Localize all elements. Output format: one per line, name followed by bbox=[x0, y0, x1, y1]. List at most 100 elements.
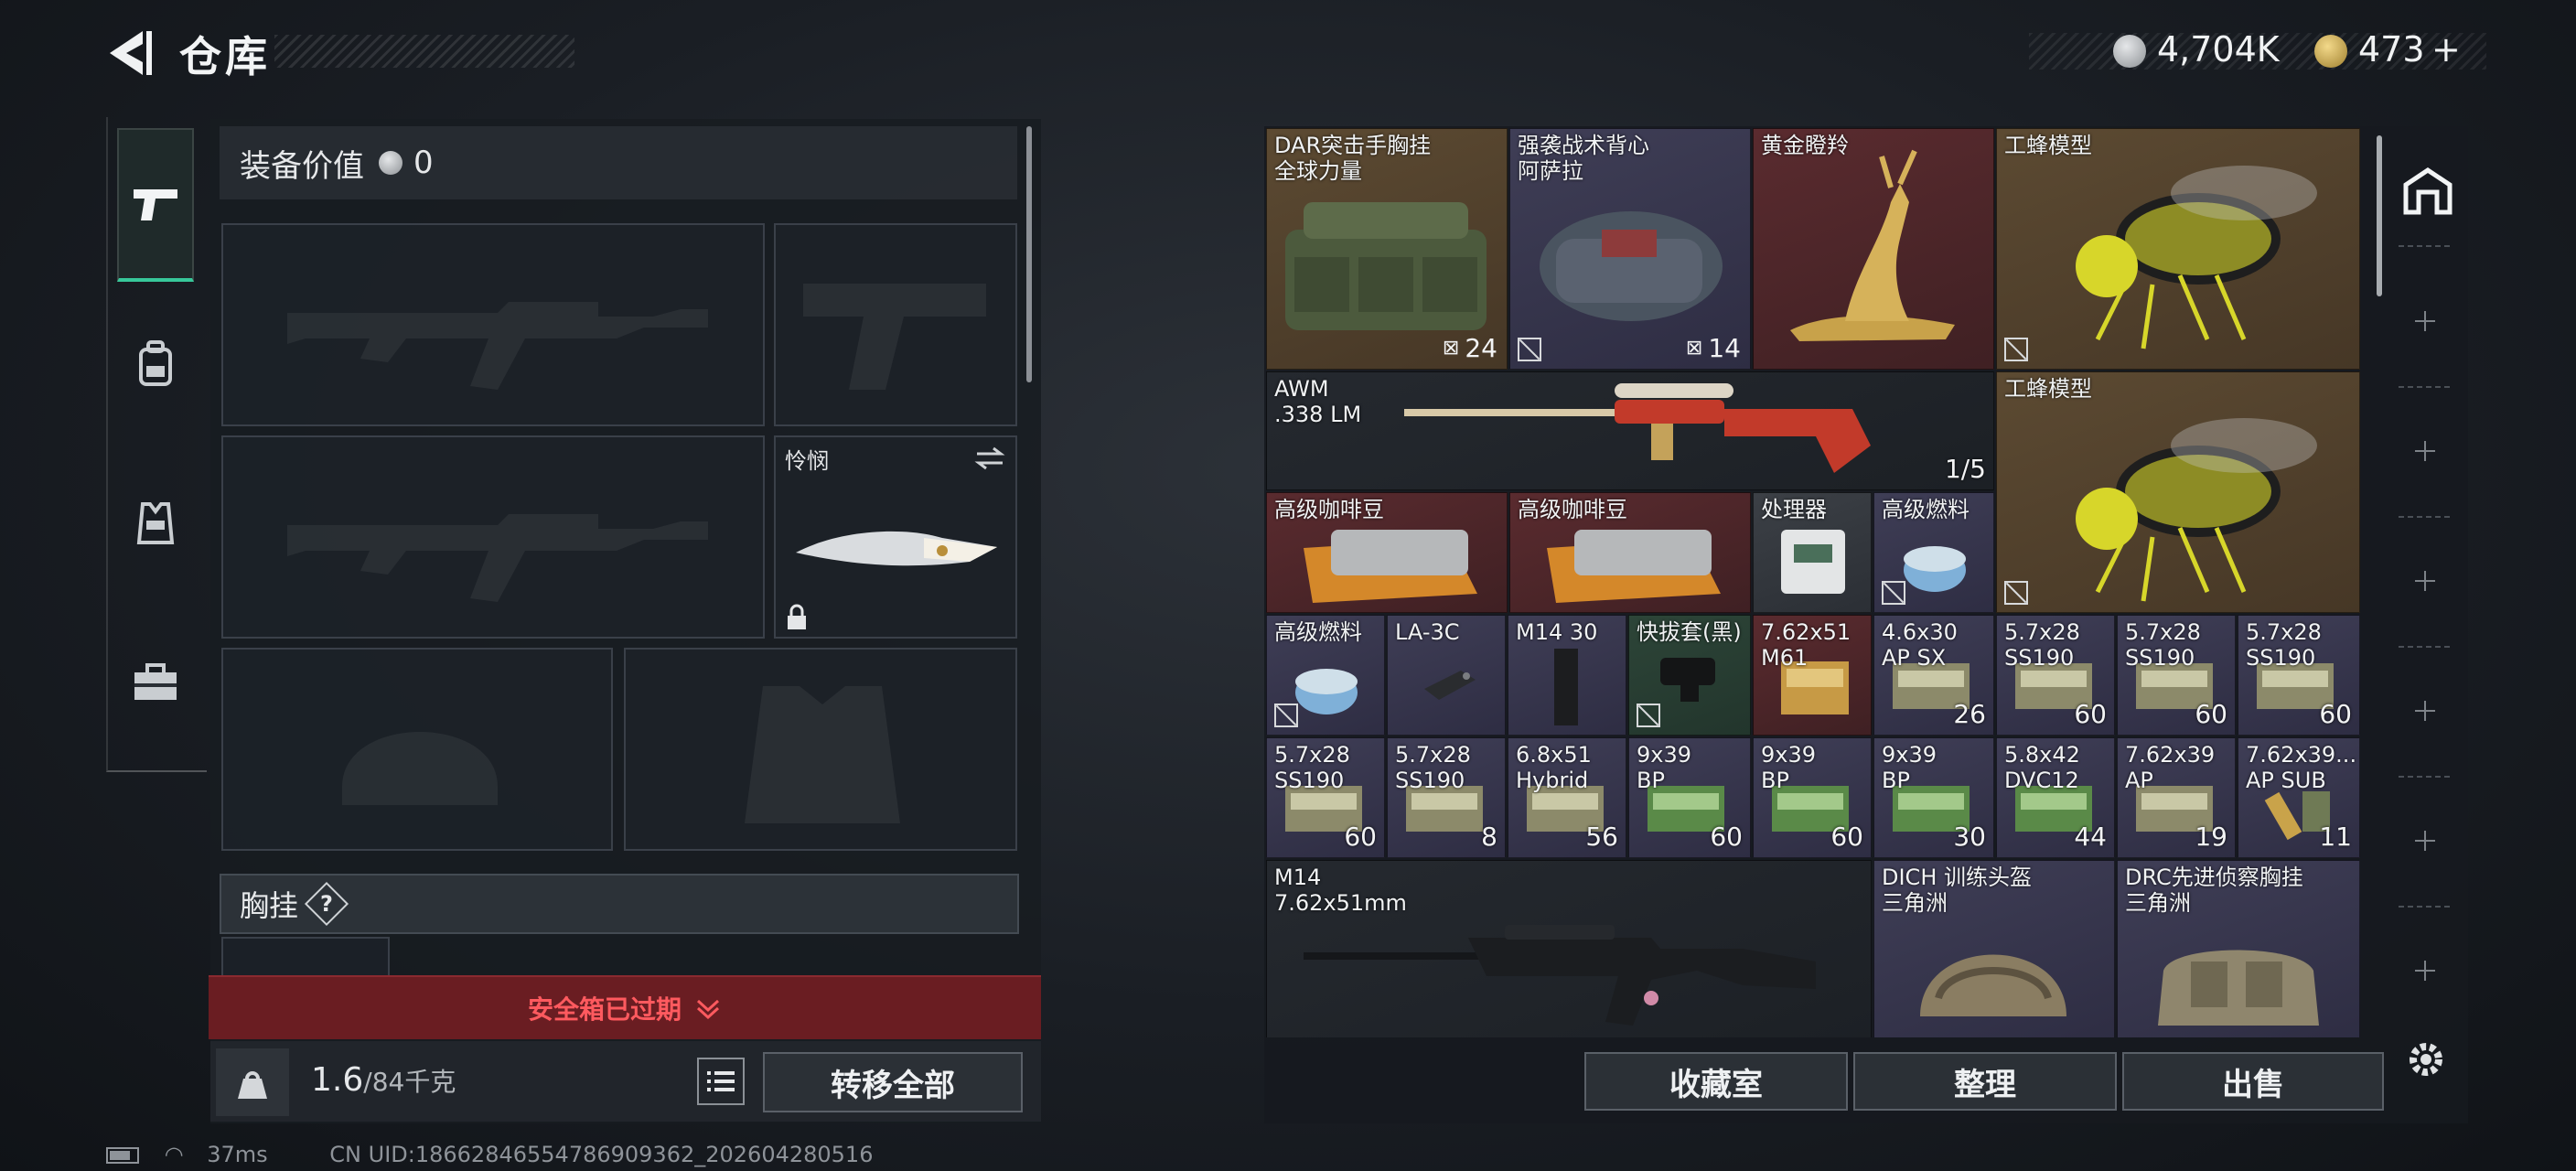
loadout-scrollbar[interactable] bbox=[1026, 126, 1032, 382]
help-badge-text: ? bbox=[320, 890, 333, 917]
currency-display: 4,704K 473 + bbox=[2029, 29, 2486, 73]
item-name-text: 6.8x51 bbox=[1516, 742, 1592, 768]
kettlebell-icon bbox=[238, 1071, 267, 1099]
storage-item-la-3c[interactable]: LA-3C bbox=[1387, 615, 1506, 736]
transfer-all-button[interactable]: 转移全部 bbox=[763, 1052, 1023, 1112]
storage-item-ammo-57x28-5[interactable]: 5.7x28 SS190 8 bbox=[1387, 737, 1506, 858]
item-name-sub: BP bbox=[1761, 768, 1789, 793]
item-name: 快拔套(黑) bbox=[1637, 619, 1742, 645]
back-button[interactable] bbox=[102, 26, 157, 81]
pistol-icon bbox=[134, 189, 177, 220]
storage-item-ammo-57x28-2[interactable]: 5.7x28 SS190 60 bbox=[2117, 615, 2236, 736]
settings-gear-icon[interactable] bbox=[2402, 1036, 2450, 1083]
melee-weapon-slot[interactable]: 怜悯 bbox=[774, 435, 1017, 639]
chest-label: 胸挂 bbox=[240, 888, 299, 923]
storage-item-ammo-46x30[interactable]: 4.6x30 AP SX 26 bbox=[1873, 615, 1994, 736]
storage-item-ammo-57x28-4[interactable]: 5.7x28 SS190 60 bbox=[1266, 737, 1385, 858]
sell-button[interactable]: 出售 bbox=[2122, 1052, 2384, 1111]
item-name: 5.7x28 SS190 bbox=[1395, 742, 1471, 793]
storage-item-ammo-57x28-1[interactable]: 5.7x28 SS190 60 bbox=[1996, 615, 2115, 736]
rail-divider bbox=[2399, 386, 2450, 388]
storage-item-holster[interactable]: 快拔套(黑) bbox=[1628, 615, 1751, 736]
storage-item-m14-magazine[interactable]: M14 30 bbox=[1508, 615, 1626, 736]
storage-item-ammo-9x39-2[interactable]: 9x39 BP 60 bbox=[1753, 737, 1872, 858]
storage-item-ammo-9x39-1[interactable]: 9x39 BP 60 bbox=[1628, 737, 1751, 858]
item-name-text: 5.7x28 bbox=[1274, 742, 1350, 768]
storage-item-premium-fuel-2[interactable]: 高级燃料 bbox=[1266, 615, 1385, 736]
item-count: 56 bbox=[1585, 822, 1618, 852]
add-storage-page-button[interactable] bbox=[2411, 437, 2439, 465]
add-storage-page-button[interactable] bbox=[2411, 957, 2439, 984]
help-icon[interactable]: ? bbox=[304, 881, 349, 927]
swap-icon[interactable] bbox=[973, 445, 1006, 472]
item-name-text: 4.6x30 bbox=[1882, 619, 1958, 645]
storage-item-awm[interactable]: AWM .338 LM 1/5 bbox=[1266, 371, 1994, 490]
add-storage-page-button[interactable] bbox=[2411, 827, 2439, 854]
title-decoration bbox=[274, 35, 574, 68]
list-view-button[interactable] bbox=[697, 1058, 745, 1105]
bound-icon bbox=[1518, 338, 1541, 361]
storage-item-ammo-57x28-3[interactable]: 5.7x28 SS190 60 bbox=[2238, 615, 2360, 736]
item-name-text: 9x39 bbox=[1637, 742, 1692, 768]
tab-toolbox[interactable] bbox=[117, 644, 194, 721]
chest-rig-slot[interactable] bbox=[221, 937, 390, 977]
storage-item-premium-coffee-2[interactable]: 高级咖啡豆 bbox=[1509, 492, 1751, 613]
storage-item-ammo-762x39-apsub[interactable]: 7.62x39... AP SUB 11 bbox=[2238, 737, 2360, 858]
add-currency-button[interactable]: + bbox=[2431, 29, 2461, 70]
status-bar: ◠ 37ms CN UID:18662846554786909362_20260… bbox=[106, 1142, 873, 1167]
silver-coin-icon bbox=[379, 151, 402, 175]
bound-icon bbox=[1637, 704, 1660, 727]
tab-backpack[interactable] bbox=[117, 326, 194, 403]
storage-item-golden-gazelle[interactable]: 黄金瞪羚 bbox=[1753, 128, 1994, 370]
storage-scrollbar[interactable] bbox=[2377, 135, 2382, 296]
item-name-sub: 7.62x51mm bbox=[1274, 890, 1407, 916]
collection-room-button[interactable]: 收藏室 bbox=[1584, 1052, 1848, 1111]
storage-item-drc-chest-rig[interactable]: DRC先进侦察胸挂 三角洲 bbox=[2117, 860, 2360, 1037]
warehouse-icon[interactable] bbox=[2400, 163, 2455, 218]
storage-item-ammo-68x51[interactable]: 6.8x51 Hybrid 56 bbox=[1508, 737, 1626, 858]
organize-button[interactable]: 整理 bbox=[1853, 1052, 2117, 1111]
storage-item-processor[interactable]: 处理器 bbox=[1753, 492, 1872, 613]
item-name: 9x39 BP bbox=[1637, 742, 1691, 793]
storage-item-bee-model-2[interactable]: 工蜂模型 bbox=[1996, 371, 2360, 613]
storage-item-dich-helmet[interactable]: DICH 训练头盔 三角洲 bbox=[1873, 860, 2115, 1037]
item-name-sub: SS190 bbox=[2246, 645, 2316, 671]
item-name: 高级燃料 bbox=[1882, 497, 1970, 522]
storage-item-ammo-762x39-ap[interactable]: 7.62x39 AP 19 bbox=[2117, 737, 2236, 858]
ping-value: 37ms bbox=[207, 1142, 268, 1167]
storage-item-ammo-58x42[interactable]: 5.8x42 DVC12 44 bbox=[1996, 737, 2115, 858]
item-name-text: 7.62x39... bbox=[2246, 742, 2357, 768]
tab-weapons[interactable] bbox=[117, 128, 194, 282]
rifle-silhouette-icon bbox=[287, 302, 708, 390]
tab-vest[interactable] bbox=[117, 485, 194, 562]
storage-item-dar-chest-rig[interactable]: DAR突击手胸挂 全球力量 ⊠ 24 bbox=[1266, 128, 1508, 370]
storage-item-assault-vest[interactable]: 强袭战术背心 阿萨拉 ⊠ 14 bbox=[1509, 128, 1751, 370]
item-name: 6.8x51 Hybrid bbox=[1516, 742, 1592, 793]
primary-weapon-slot[interactable] bbox=[221, 223, 765, 426]
secondary-weapon-slot[interactable] bbox=[774, 223, 1017, 426]
item-count: 19 bbox=[2195, 822, 2227, 852]
item-name-text: M14 bbox=[1274, 865, 1322, 890]
item-name-text: DRC先进侦察胸挂 bbox=[2125, 865, 2303, 890]
storage-item-ammo-762x51-m61[interactable]: 7.62x51 M61 bbox=[1753, 615, 1872, 736]
add-storage-page-button[interactable] bbox=[2411, 307, 2439, 335]
item-name: M14 7.62x51mm bbox=[1274, 865, 1407, 916]
helmet-silhouette-icon bbox=[342, 732, 498, 805]
add-storage-page-button[interactable] bbox=[2411, 567, 2439, 595]
item-name-sub: M61 bbox=[1761, 645, 1809, 671]
storage-item-m14-rifle[interactable]: M14 7.62x51mm bbox=[1266, 860, 1872, 1037]
helmet-slot[interactable] bbox=[221, 648, 613, 851]
storage-item-premium-coffee-1[interactable]: 高级咖啡豆 bbox=[1266, 492, 1508, 613]
storage-item-premium-fuel-1[interactable]: 高级燃料 bbox=[1873, 492, 1994, 613]
storage-side-rail bbox=[2389, 128, 2463, 1025]
storage-item-bee-model-1[interactable]: 工蜂模型 bbox=[1996, 128, 2360, 370]
armor-slot[interactable] bbox=[624, 648, 1017, 851]
primary-weapon-slot-2[interactable] bbox=[221, 435, 765, 639]
item-name: 7.62x51 M61 bbox=[1761, 619, 1851, 671]
item-name-text: 5.7x28 bbox=[2125, 619, 2201, 645]
safebox-expired-banner[interactable]: 安全箱已过期 bbox=[209, 975, 1041, 1039]
bound-icon bbox=[2004, 338, 2028, 361]
add-storage-page-button[interactable] bbox=[2411, 697, 2439, 725]
knife-icon bbox=[796, 531, 997, 566]
storage-item-ammo-9x39-3[interactable]: 9x39 BP 30 bbox=[1873, 737, 1994, 858]
